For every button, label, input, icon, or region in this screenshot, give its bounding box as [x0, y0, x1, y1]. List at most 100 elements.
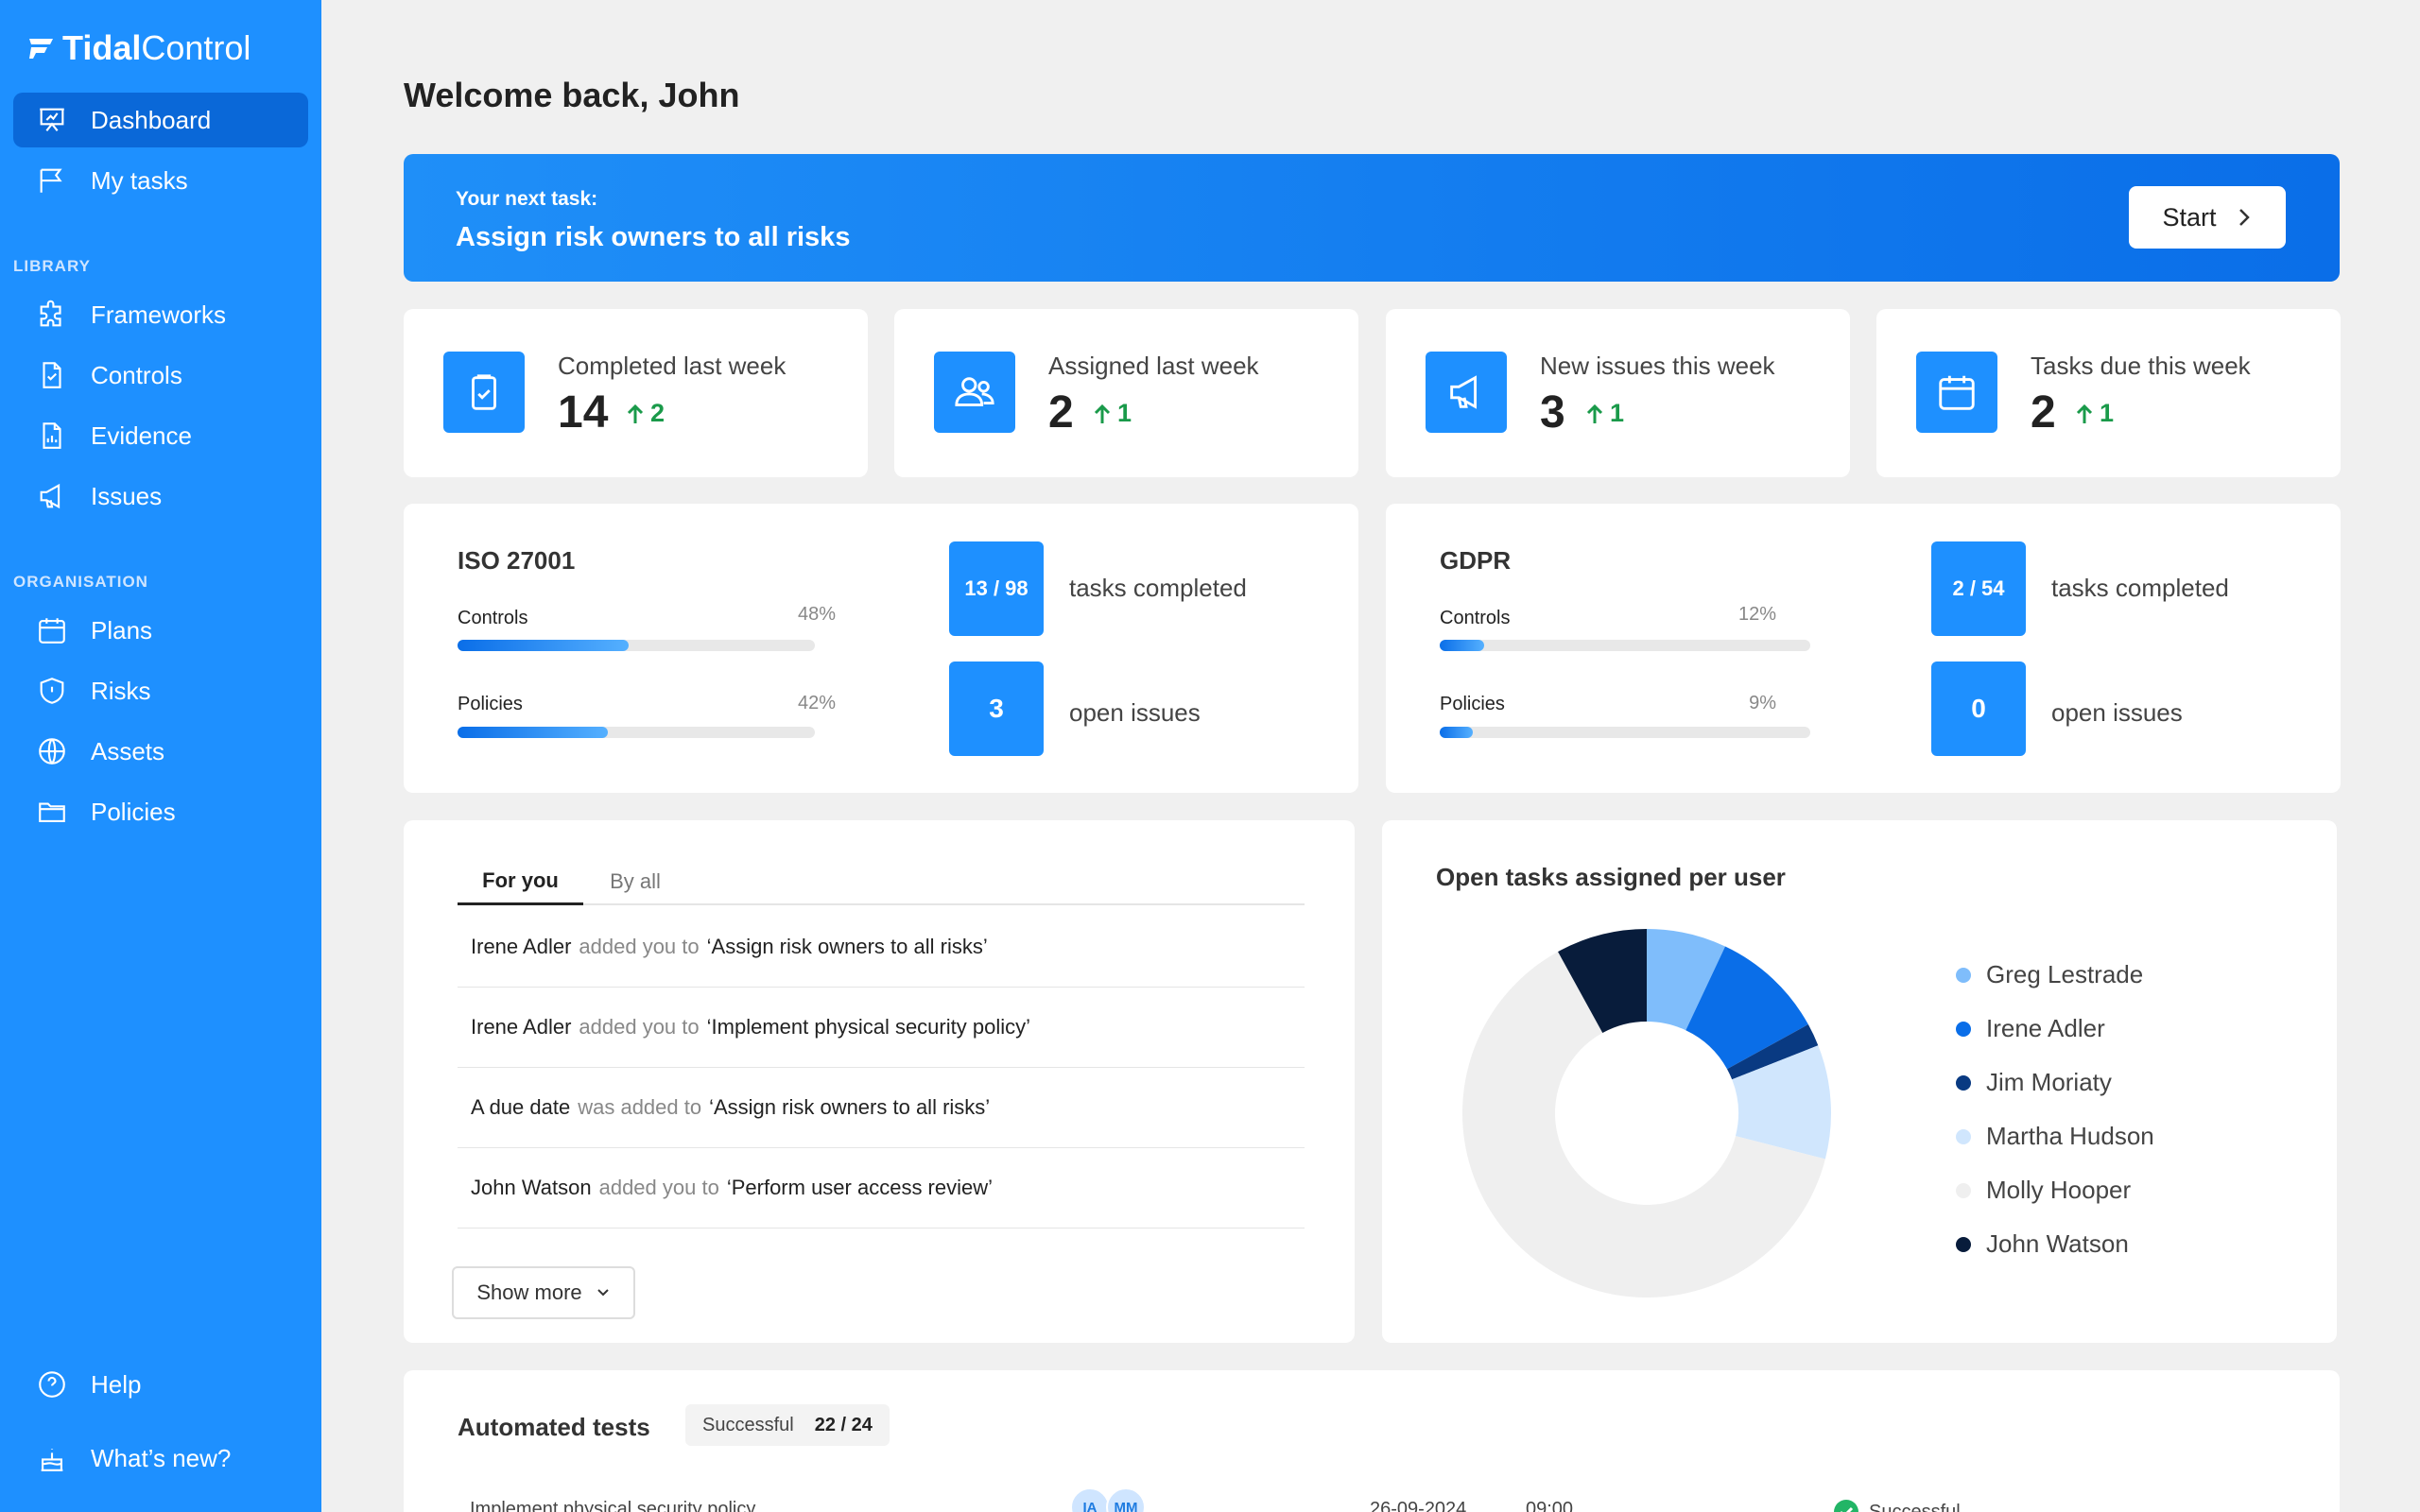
activity-verb: was added to	[578, 1095, 702, 1119]
calendar-icon	[1939, 375, 1975, 410]
legend-label: Greg Lestrade	[1986, 960, 2144, 988]
test-time: 09:00	[1526, 1499, 1574, 1512]
sidebar-item-whats-new[interactable]: What’s new?	[13, 1431, 308, 1486]
calendar-icon	[39, 618, 65, 644]
activity-actor: Irene Adler	[471, 935, 572, 958]
tasks-completed-badge: 2 / 54	[1931, 541, 2026, 636]
sidebar-item-controls[interactable]: Controls	[13, 348, 308, 403]
tab-by-all[interactable]: By all	[583, 858, 687, 905]
sidebar-item-issues[interactable]: Issues	[13, 469, 308, 524]
document-check-icon	[43, 362, 61, 388]
legend-label: Jim Moriaty	[1986, 1068, 2112, 1096]
successful-count-pill: Successful 22 / 24	[685, 1404, 890, 1446]
donut-chart	[1462, 929, 1831, 1297]
stat-label: Tasks due this week	[2031, 352, 2251, 380]
policies-progress-bar	[1440, 727, 1810, 738]
sidebar-item-risks[interactable]: Risks	[13, 663, 308, 718]
policies-progress-fill	[458, 727, 608, 738]
sidebar-item-label: Dashboard	[91, 105, 212, 134]
legend-item: Irene Adler	[1956, 1014, 2105, 1043]
question-icon	[39, 1371, 65, 1398]
activity-actor: John Watson	[471, 1176, 592, 1199]
users-icon	[955, 377, 994, 406]
test-name[interactable]: Implement physical security policy	[470, 1499, 755, 1512]
framework-card-iso27001[interactable]: ISO 27001 Controls 48% Policies 42% 13 /…	[404, 504, 1358, 793]
megaphone-icon	[1450, 375, 1478, 409]
activity-row[interactable]: A due date was added to ‘Assign risk own…	[458, 1068, 1305, 1148]
sidebar-item-policies[interactable]: Policies	[13, 784, 308, 839]
stat-delta-value: 1	[2100, 399, 2115, 427]
activity-verb: added you to	[579, 935, 700, 958]
legend-label: Martha Hudson	[1986, 1122, 2154, 1150]
framework-name: ISO 27001	[458, 546, 576, 575]
open-issues-badge: 0	[1931, 662, 2026, 756]
sidebar-item-assets[interactable]: Assets	[13, 724, 308, 779]
controls-progress-fill	[1440, 640, 1485, 651]
chart-title: Open tasks assigned per user	[1436, 863, 1786, 891]
brand-name-bold: Tidal	[62, 28, 142, 67]
activity-row[interactable]: Irene Adler added you to ‘Assign risk ow…	[458, 907, 1305, 988]
controls-percent: 48%	[797, 604, 836, 625]
sidebar-item-label: Evidence	[91, 421, 192, 450]
stat-delta: 1	[2075, 399, 2114, 428]
stat-value: 3	[1540, 387, 1565, 438]
start-button[interactable]: Start	[2129, 186, 2286, 249]
puzzle-icon	[40, 300, 61, 327]
show-more-label: Show more	[476, 1280, 582, 1304]
tasks-completed-badge: 13 / 98	[949, 541, 1044, 636]
sidebar-item-label: What’s new?	[91, 1443, 232, 1472]
shield-icon	[40, 678, 64, 704]
tab-for-you[interactable]: For you	[458, 858, 583, 905]
flag-icon	[40, 168, 62, 193]
sidebar-item-label: Risks	[91, 676, 151, 705]
arrow-up-icon	[2076, 404, 2093, 423]
policies-percent: 42%	[797, 693, 836, 713]
globe-icon	[39, 738, 65, 765]
stat-card-tasks-due: Tasks due this week 2 1	[1876, 309, 2341, 477]
show-more-button[interactable]: Show more	[452, 1266, 635, 1319]
sidebar-item-frameworks[interactable]: Frameworks	[13, 287, 308, 342]
section-title-library: LIBRARY	[13, 257, 91, 275]
legend-swatch	[1956, 1236, 1971, 1252]
stat-icon-container	[1916, 352, 1997, 433]
stat-card-new-issues: New issues this week 3 1	[1386, 309, 1850, 477]
stat-card-assigned: Assigned last week 2 1	[894, 309, 1358, 477]
framework-card-gdpr[interactable]: GDPR Controls 12% Policies 9% 2 / 54 tas…	[1386, 504, 2341, 793]
stat-value: 2	[1048, 387, 1074, 438]
logo[interactable]: Tidal Control	[26, 28, 251, 68]
pill-value: 22 / 24	[814, 1414, 873, 1435]
legend-label: Irene Adler	[1986, 1014, 2105, 1042]
sidebar-item-my-tasks[interactable]: My tasks	[13, 153, 308, 208]
activity-row[interactable]: John Watson added you to ‘Perform user a…	[458, 1148, 1305, 1228]
presentation-chart-icon	[40, 108, 64, 131]
sidebar-item-evidence[interactable]: Evidence	[13, 408, 308, 463]
legend-swatch	[1956, 1021, 1971, 1037]
legend-label: John Watson	[1986, 1229, 2129, 1258]
document-chart-icon	[43, 422, 61, 449]
sidebar-item-dashboard[interactable]: Dashboard	[13, 93, 308, 147]
clipboard-check-icon	[472, 374, 496, 410]
activity-row[interactable]: Irene Adler added you to ‘Implement phys…	[458, 988, 1305, 1068]
stat-delta: 1	[1093, 399, 1132, 428]
controls-label: Controls	[458, 608, 528, 628]
avatar: MM	[1106, 1487, 1146, 1512]
open-issues-badge: 3	[949, 662, 1044, 756]
test-date: 26-09-2024	[1370, 1499, 1467, 1512]
stat-value: 2	[2031, 387, 2056, 438]
activity-target: ‘Assign risk owners to all risks’	[709, 1095, 991, 1119]
sidebar-item-label: Assets	[91, 736, 165, 765]
sidebar-item-plans[interactable]: Plans	[13, 603, 308, 658]
arrow-up-icon	[1094, 404, 1111, 423]
chevron-down-icon	[596, 1289, 609, 1297]
activity-target: ‘Assign risk owners to all risks’	[706, 935, 988, 958]
sidebar-item-label: My tasks	[91, 165, 188, 195]
legend-item: Greg Lestrade	[1956, 960, 2143, 989]
sidebar-item-label: Help	[91, 1369, 142, 1399]
activity-actor: A due date	[471, 1095, 571, 1119]
legend-item: John Watson	[1956, 1229, 2129, 1259]
sidebar-item-help[interactable]: Help	[13, 1357, 308, 1412]
stat-delta-value: 1	[1610, 399, 1625, 427]
chevron-right-icon	[2238, 209, 2250, 226]
policies-progress-fill	[1440, 727, 1474, 738]
policies-label: Policies	[458, 694, 523, 714]
